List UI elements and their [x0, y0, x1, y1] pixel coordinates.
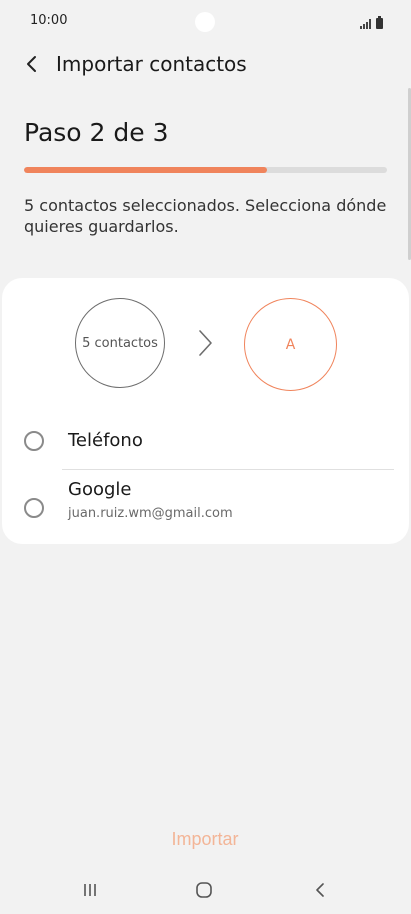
home-icon	[196, 882, 212, 898]
destination-card: 5 contactos A Teléfono Google juan.ruiz.…	[2, 278, 409, 544]
status-bar: 10:00	[0, 0, 411, 44]
signal-icon	[360, 19, 371, 29]
option-google[interactable]: Google juan.ruiz.wm@gmail.com	[2, 470, 409, 530]
back-button[interactable]	[18, 50, 46, 78]
nav-back-button[interactable]	[308, 878, 332, 902]
progress-fill	[24, 167, 268, 173]
progress-bar	[24, 167, 387, 173]
header: Importar contactos	[0, 44, 411, 84]
chevron-left-icon	[27, 56, 36, 72]
chevron-right-icon	[199, 330, 212, 356]
recent-apps-icon	[84, 884, 96, 896]
source-circle: 5 contactos	[75, 298, 165, 388]
home-button[interactable]	[192, 878, 216, 902]
option-label: Google	[68, 479, 132, 500]
option-phone[interactable]: Teléfono	[2, 416, 409, 468]
status-icons	[360, 15, 383, 29]
battery-icon	[376, 16, 383, 29]
back-icon	[316, 883, 324, 897]
screen: 10:00 Importar contactos Paso 2 de 3 5 c…	[0, 0, 411, 914]
page-title: Importar contactos	[56, 52, 247, 76]
option-label: Teléfono	[68, 430, 143, 451]
option-account-email: juan.ruiz.wm@gmail.com	[68, 506, 233, 521]
import-button[interactable]: Importar	[125, 822, 285, 856]
step-description: 5 contactos seleccionados. Selecciona dó…	[24, 196, 387, 236]
status-time: 10:00	[30, 13, 68, 28]
destination-circle: A	[244, 298, 337, 391]
camera-cutout	[195, 12, 215, 32]
navigation-bar	[0, 866, 411, 914]
radio-phone[interactable]	[24, 431, 44, 451]
step-title: Paso 2 de 3	[24, 118, 169, 147]
recent-apps-button[interactable]	[78, 880, 102, 900]
radio-google[interactable]	[24, 498, 44, 518]
